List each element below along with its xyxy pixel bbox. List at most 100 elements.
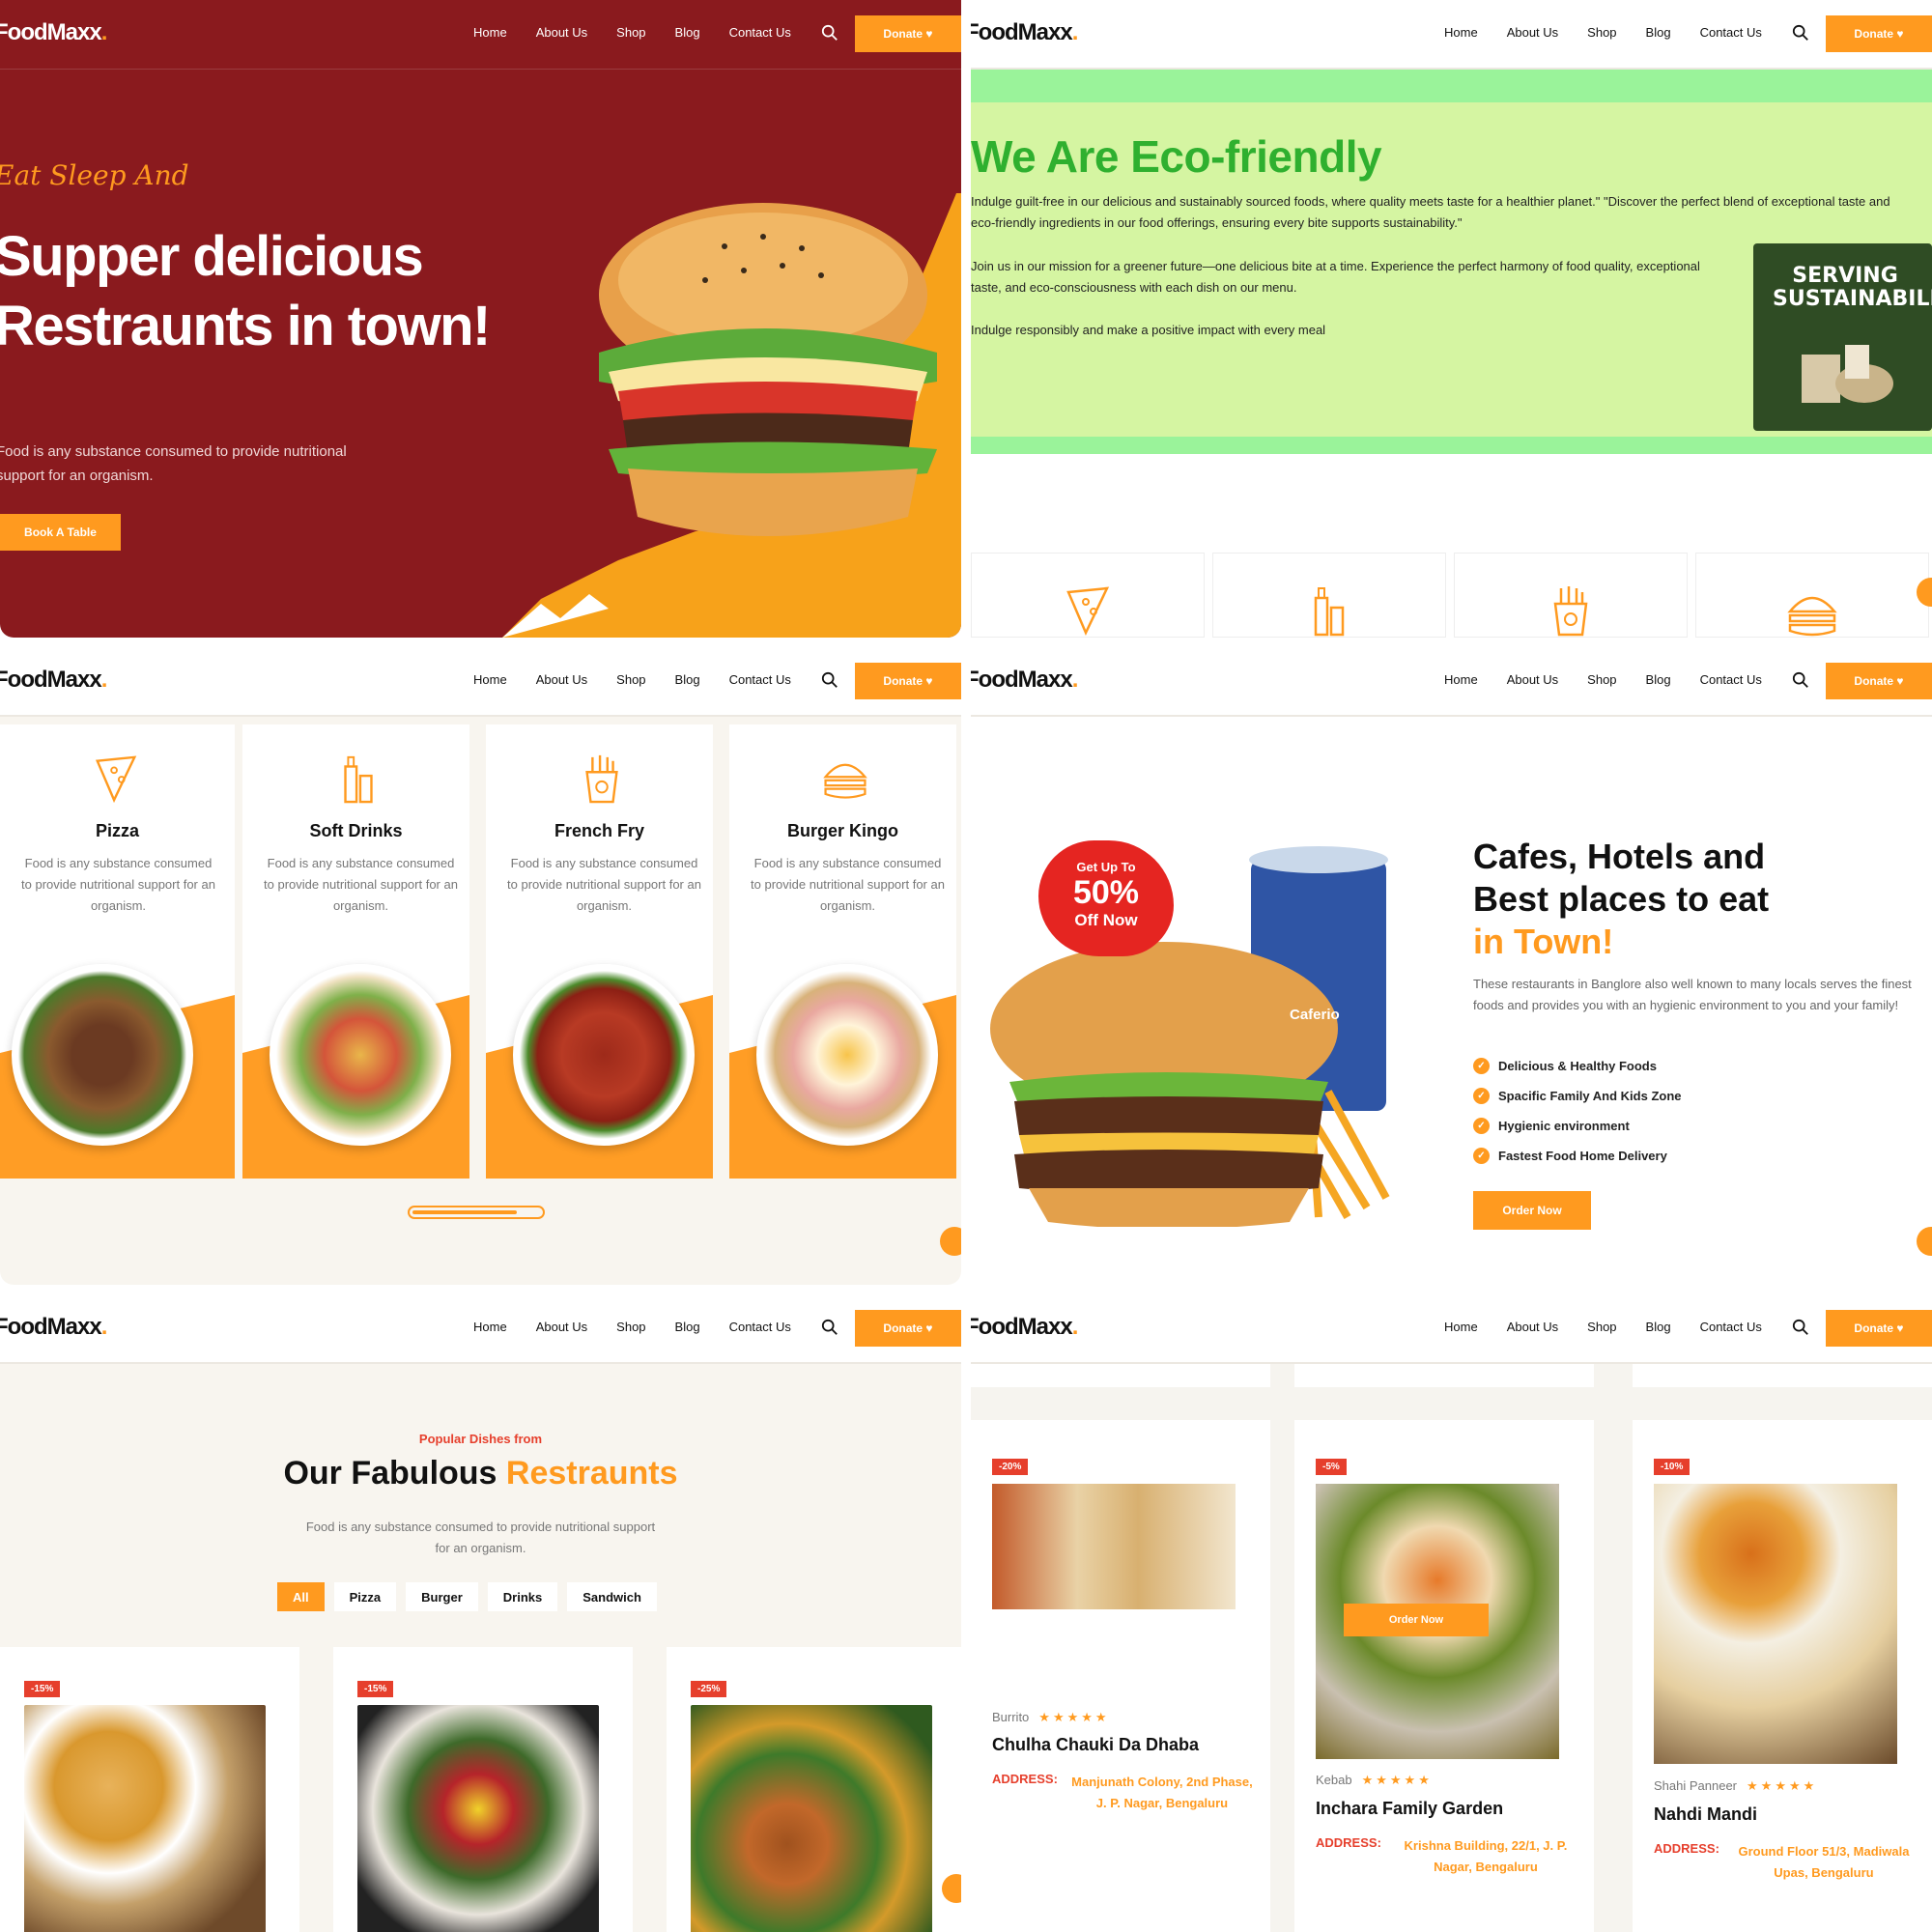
eco-paragraph-1: Indulge guilt-free in our delicious and … xyxy=(971,194,1890,209)
category-card-pizza[interactable] xyxy=(971,553,1205,638)
nav-about[interactable]: About Us xyxy=(536,25,587,40)
nav-contact[interactable]: Contact Us xyxy=(729,672,791,687)
nav-blog[interactable]: Blog xyxy=(675,672,700,687)
check-icon: ✓ xyxy=(1473,1058,1490,1074)
nav-blog[interactable]: Blog xyxy=(1646,25,1671,40)
section-title: Our Fabulous Restraunts xyxy=(283,1455,678,1492)
popular-dishes-panel: FoodMaxx. Home About Us Shop Blog Contac… xyxy=(0,1294,961,1932)
nav-about[interactable]: About Us xyxy=(536,1320,587,1334)
donate-button[interactable]: Donate ♥ xyxy=(855,1310,961,1347)
eco-title: We Are Eco-friendly xyxy=(971,131,1382,182)
dish-card[interactable]: -15% xyxy=(333,1647,633,1932)
category-card-drinks[interactable] xyxy=(1212,553,1446,638)
nav-home[interactable]: Home xyxy=(1444,1320,1478,1334)
nav-menu: Home About Us Shop Blog Contact Us xyxy=(473,672,791,687)
restaurant-name[interactable]: Nahdi Mandi xyxy=(1654,1804,1757,1825)
restaurant-image xyxy=(992,1484,1236,1609)
badge-bottom: Off Now xyxy=(1074,911,1138,929)
nav-shop[interactable]: Shop xyxy=(1587,25,1616,40)
nav-home[interactable]: Home xyxy=(473,25,507,40)
nav-about[interactable]: About Us xyxy=(1507,1320,1558,1334)
category-card-fries[interactable] xyxy=(1454,553,1688,638)
restaurant-card[interactable]: -20% Burrito ★★★★★ Chulha Chauki Da Dhaba… xyxy=(971,1420,1270,1932)
dish-card[interactable]: -15% xyxy=(0,1647,299,1932)
dish-card[interactable]: -25% xyxy=(667,1647,961,1932)
scroll-to-top-button[interactable] xyxy=(1917,1227,1932,1256)
carousel-progress[interactable] xyxy=(408,1206,545,1219)
nav-contact[interactable]: Contact Us xyxy=(1700,25,1762,40)
nav-contact[interactable]: Contact Us xyxy=(1700,672,1762,687)
nav-blog[interactable]: Blog xyxy=(1646,672,1671,687)
category-card-pizza[interactable]: Pizza Food is any substance consumed to … xyxy=(0,724,235,1179)
nav-shop[interactable]: Shop xyxy=(1587,672,1616,687)
donate-button[interactable]: Donate ♥ xyxy=(855,15,961,52)
dish-plate-image xyxy=(12,964,193,1146)
order-now-overlay-button[interactable]: Order Now xyxy=(1344,1604,1489,1636)
logo[interactable]: FoodMaxx. xyxy=(971,19,1078,46)
eco-paragraph-3: Indulge responsibly and make a positive … xyxy=(971,323,1326,337)
search-icon[interactable] xyxy=(1792,671,1809,689)
restaurant-name[interactable]: Chulha Chauki Da Dhaba xyxy=(992,1735,1199,1755)
nav-shop[interactable]: Shop xyxy=(616,25,645,40)
logo[interactable]: FoodMaxx. xyxy=(971,1314,1078,1341)
logo[interactable]: FoodMaxx. xyxy=(0,667,107,694)
category-card-burger[interactable]: Burger Kingo Food is any substance consu… xyxy=(722,724,956,1179)
feature-item: ✓ Hygienic environment xyxy=(1473,1118,1630,1134)
eco-paragraph-2: Join us in our mission for a greener fut… xyxy=(971,259,1700,273)
nav-contact[interactable]: Contact Us xyxy=(1700,1320,1762,1334)
category-title: Soft Drinks xyxy=(309,821,403,840)
scroll-to-top-button[interactable] xyxy=(940,1227,961,1256)
filter-tabs: All Pizza Burger Drinks Sandwich xyxy=(277,1582,657,1611)
category-cards-preview xyxy=(971,553,1932,638)
filter-all[interactable]: All xyxy=(277,1582,325,1611)
donate-button[interactable]: Donate ♥ xyxy=(855,663,961,699)
category-card-drinks[interactable]: Soft Drinks Food is any substance consum… xyxy=(235,724,469,1179)
search-icon[interactable] xyxy=(1792,1319,1809,1336)
nav-home[interactable]: Home xyxy=(1444,25,1478,40)
filter-drinks[interactable]: Drinks xyxy=(487,1582,558,1611)
rating-stars: ★★★★★ xyxy=(1038,1710,1110,1724)
nav-home[interactable]: Home xyxy=(473,1320,507,1334)
donate-button[interactable]: Donate ♥ xyxy=(1826,15,1932,52)
feature-item: ✓ Spacific Family And Kids Zone xyxy=(1473,1088,1682,1104)
nav-home[interactable]: Home xyxy=(1444,672,1478,687)
hero-headline: Supper delicious Restraunts in town! xyxy=(0,225,491,357)
dish-plate-image xyxy=(756,964,938,1146)
nav-home[interactable]: Home xyxy=(473,672,507,687)
search-icon[interactable] xyxy=(821,671,838,689)
filter-pizza[interactable]: Pizza xyxy=(333,1582,397,1611)
category-card-burger[interactable] xyxy=(1695,553,1929,638)
nav-shop[interactable]: Shop xyxy=(616,672,645,687)
logo[interactable]: FoodMaxx. xyxy=(0,19,107,46)
nav-blog[interactable]: Blog xyxy=(1646,1320,1671,1334)
drinks-icon xyxy=(1314,587,1345,637)
nav-shop[interactable]: Shop xyxy=(1587,1320,1616,1334)
filter-sandwich[interactable]: Sandwich xyxy=(567,1582,657,1611)
restaurant-card[interactable]: -10% Shahi Panneer ★★★★★ Nahdi Mandi ADDR… xyxy=(1633,1420,1932,1932)
book-table-button[interactable]: Book A Table xyxy=(0,514,121,551)
nav-about[interactable]: About Us xyxy=(1507,672,1558,687)
nav-contact[interactable]: Contact Us xyxy=(729,25,791,40)
search-icon[interactable] xyxy=(1792,24,1809,42)
restaurant-card[interactable]: -5% Order Now Kebab ★★★★★ Inchara Family … xyxy=(1294,1420,1594,1932)
search-icon[interactable] xyxy=(821,24,838,42)
nav-about[interactable]: About Us xyxy=(1507,25,1558,40)
pizza-icon xyxy=(1066,586,1110,637)
categories-panel: FoodMaxx. Home About Us Shop Blog Contac… xyxy=(0,647,961,1285)
restaurant-category: Burrito ★★★★★ xyxy=(992,1710,1110,1724)
restaurant-name[interactable]: Inchara Family Garden xyxy=(1316,1799,1503,1819)
filter-burger[interactable]: Burger xyxy=(406,1582,478,1611)
rating-stars: ★★★★★ xyxy=(1747,1778,1818,1793)
nav-blog[interactable]: Blog xyxy=(675,25,700,40)
category-card-fries[interactable]: French Fry Food is any substance consume… xyxy=(478,724,713,1179)
nav-about[interactable]: About Us xyxy=(536,672,587,687)
nav-contact[interactable]: Contact Us xyxy=(729,1320,791,1334)
donate-button[interactable]: Donate ♥ xyxy=(1826,1310,1932,1347)
logo[interactable]: FoodMaxx. xyxy=(0,1314,107,1341)
search-icon[interactable] xyxy=(821,1319,838,1336)
order-now-button[interactable]: Order Now xyxy=(1473,1191,1591,1230)
logo[interactable]: FoodMaxx. xyxy=(971,667,1078,694)
nav-shop[interactable]: Shop xyxy=(616,1320,645,1334)
donate-button[interactable]: Donate ♥ xyxy=(1826,663,1932,699)
nav-blog[interactable]: Blog xyxy=(675,1320,700,1334)
